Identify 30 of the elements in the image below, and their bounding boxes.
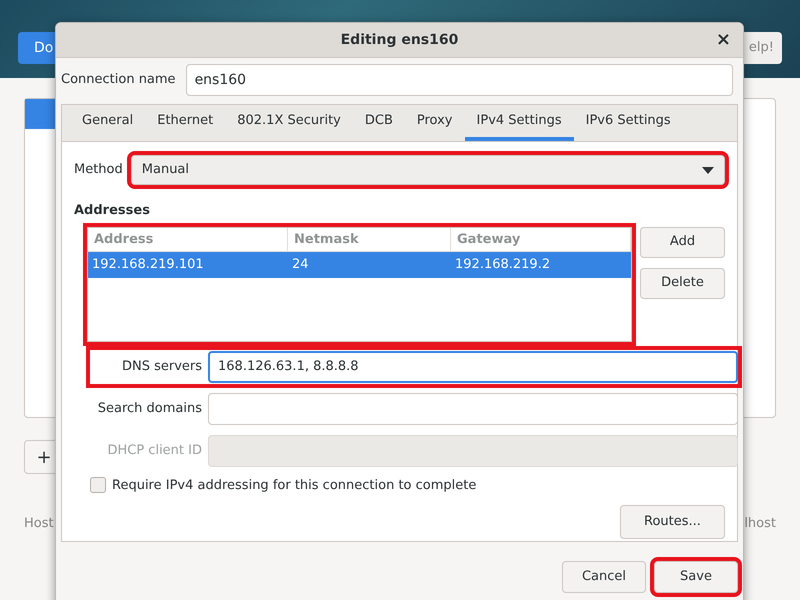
- host-label: Host: [24, 515, 54, 533]
- tab[interactable]: DCB: [352, 105, 405, 141]
- table-cell-text: 192.168.219.2: [454, 256, 552, 274]
- connection-name-label: Connection name: [61, 71, 176, 90]
- table-cell-text: 24: [291, 256, 310, 274]
- dialog-title: Editing ens160: [340, 30, 458, 50]
- method-label: Method: [74, 161, 123, 180]
- host-value: lhost: [744, 515, 776, 533]
- delete-button[interactable]: Delete: [640, 268, 725, 298]
- tab[interactable]: IPv6 Settings: [574, 105, 683, 141]
- tab[interactable]: 802.1X Security: [225, 105, 353, 141]
- cancel-button[interactable]: Cancel: [562, 561, 646, 593]
- caret-icon: [702, 166, 714, 174]
- routes-button[interactable]: Routes...: [620, 505, 725, 539]
- input-field[interactable]: [208, 392, 738, 424]
- tab[interactable]: General: [70, 105, 146, 141]
- table-cell-text: 192.168.219.101: [91, 256, 205, 274]
- field-label: Search domains: [96, 400, 202, 418]
- field-label: DHCP client ID: [106, 442, 202, 460]
- tab[interactable]: Proxy: [404, 105, 465, 141]
- field-label: DNS servers: [120, 358, 202, 376]
- checkbox-label: Require IPv4 addressing for this connection to complete: [112, 476, 476, 494]
- add-button[interactable]: Add: [640, 226, 725, 258]
- tab[interactable]: IPv4 Settings: [464, 105, 574, 141]
- input-field[interactable]: 168.126.63.1, 8.8.8.8: [208, 350, 738, 382]
- checkbox[interactable]: [90, 477, 106, 494]
- addresses-heading: Addresses: [74, 202, 151, 220]
- connection-name-field[interactable]: ens160: [186, 64, 733, 96]
- tab[interactable]: Ethernet: [145, 105, 226, 141]
- address-row[interactable]: 192.168.219.101 24 192.168.219.2: [88, 252, 631, 278]
